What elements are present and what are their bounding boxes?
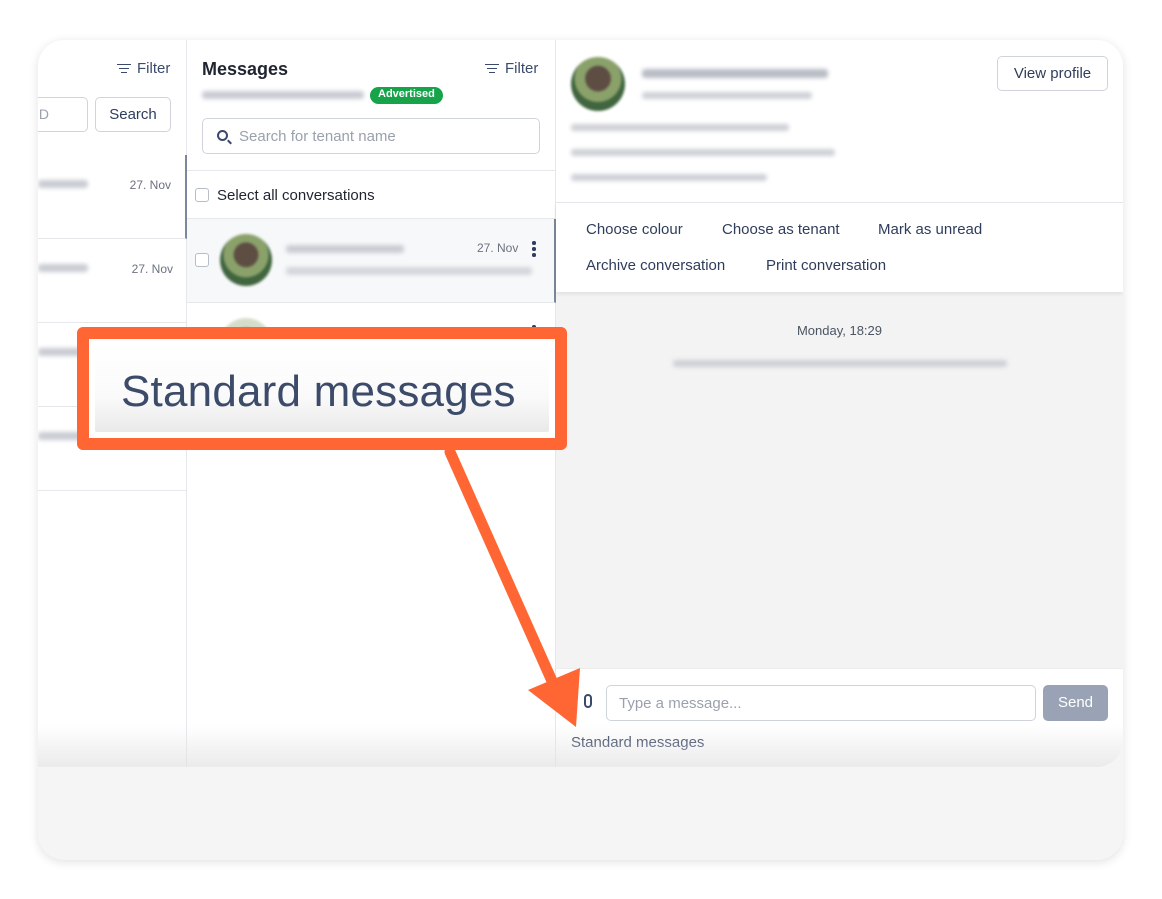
tenant-avatar bbox=[571, 57, 625, 111]
select-all-checkbox[interactable] bbox=[195, 188, 209, 202]
message-composer: Send Standard messages bbox=[556, 668, 1123, 767]
tenant-search-input[interactable] bbox=[239, 119, 529, 153]
message-date-separator: Monday, 18:29 bbox=[796, 323, 883, 338]
left-filter-label: Filter bbox=[137, 60, 171, 77]
tenant-search-field[interactable] bbox=[202, 118, 540, 154]
conversation-panel: View profile Choose colour Choose as ten… bbox=[556, 40, 1123, 767]
search-icon bbox=[217, 130, 228, 141]
tenant-description bbox=[571, 174, 767, 181]
listing-row-text bbox=[38, 180, 88, 188]
mark-as-unread-action[interactable]: Mark as unread bbox=[878, 221, 982, 238]
left-search-input-text: D bbox=[38, 106, 49, 122]
messages-filter-label: Filter bbox=[505, 60, 539, 77]
send-button[interactable]: Send bbox=[1043, 685, 1108, 721]
left-filter-button[interactable]: Filter bbox=[117, 60, 170, 77]
select-all-label: Select all conversations bbox=[217, 187, 375, 204]
left-search-button[interactable]: Search bbox=[95, 97, 171, 132]
left-search-input[interactable]: D bbox=[38, 97, 88, 132]
conversation-item[interactable]: 27. Nov bbox=[187, 219, 556, 303]
callout-label: Standard messages bbox=[121, 367, 516, 416]
status-badge: Advertised bbox=[370, 87, 443, 104]
listing-row[interactable]: 27. Nov bbox=[38, 239, 187, 323]
tenant-looking-for bbox=[571, 124, 789, 131]
callout-highlight: Standard messages bbox=[77, 327, 567, 450]
message-input[interactable] bbox=[607, 686, 1035, 720]
conversation-name bbox=[286, 245, 404, 253]
conversation-actions: Choose colour Choose as tenant Mark as u… bbox=[556, 203, 1123, 292]
tenant-profile-card: View profile bbox=[556, 40, 1123, 203]
more-options-icon[interactable] bbox=[532, 241, 536, 257]
filter-icon bbox=[485, 63, 499, 74]
message-bubble bbox=[673, 360, 1007, 367]
tenant-name bbox=[642, 69, 828, 78]
choose-as-tenant-action[interactable]: Choose as tenant bbox=[722, 221, 840, 238]
listing-row[interactable]: 27. Nov bbox=[38, 155, 187, 239]
avatar bbox=[220, 234, 272, 286]
view-profile-button[interactable]: View profile bbox=[997, 56, 1108, 91]
conversation-date: 27. Nov bbox=[477, 241, 519, 255]
messages-filter-button[interactable]: Filter bbox=[485, 60, 538, 77]
filter-icon bbox=[117, 63, 131, 74]
choose-colour-action[interactable]: Choose colour bbox=[586, 221, 683, 238]
tenant-details bbox=[571, 149, 835, 156]
listing-row-text bbox=[38, 264, 88, 272]
message-field[interactable] bbox=[606, 685, 1036, 721]
listing-row-date: 27. Nov bbox=[129, 178, 171, 192]
screenshot-frame: Filter D Search 27. Nov 27. Nov Messages bbox=[38, 40, 1123, 860]
listing-row-date: 27. Nov bbox=[131, 262, 173, 276]
tenant-summary bbox=[642, 92, 812, 99]
messages-title: Messages bbox=[202, 59, 289, 79]
archive-conversation-action[interactable]: Archive conversation bbox=[586, 257, 725, 274]
conversation-checkbox[interactable] bbox=[195, 253, 209, 267]
print-conversation-action[interactable]: Print conversation bbox=[766, 257, 886, 274]
callout-zoom-panel: Standard messages bbox=[95, 345, 549, 432]
conversation-preview bbox=[286, 267, 532, 275]
listing-address bbox=[202, 91, 364, 99]
select-all-row[interactable]: Select all conversations bbox=[187, 170, 556, 219]
standard-messages-link[interactable]: Standard messages bbox=[571, 734, 704, 751]
paperclip-icon[interactable] bbox=[584, 694, 592, 708]
